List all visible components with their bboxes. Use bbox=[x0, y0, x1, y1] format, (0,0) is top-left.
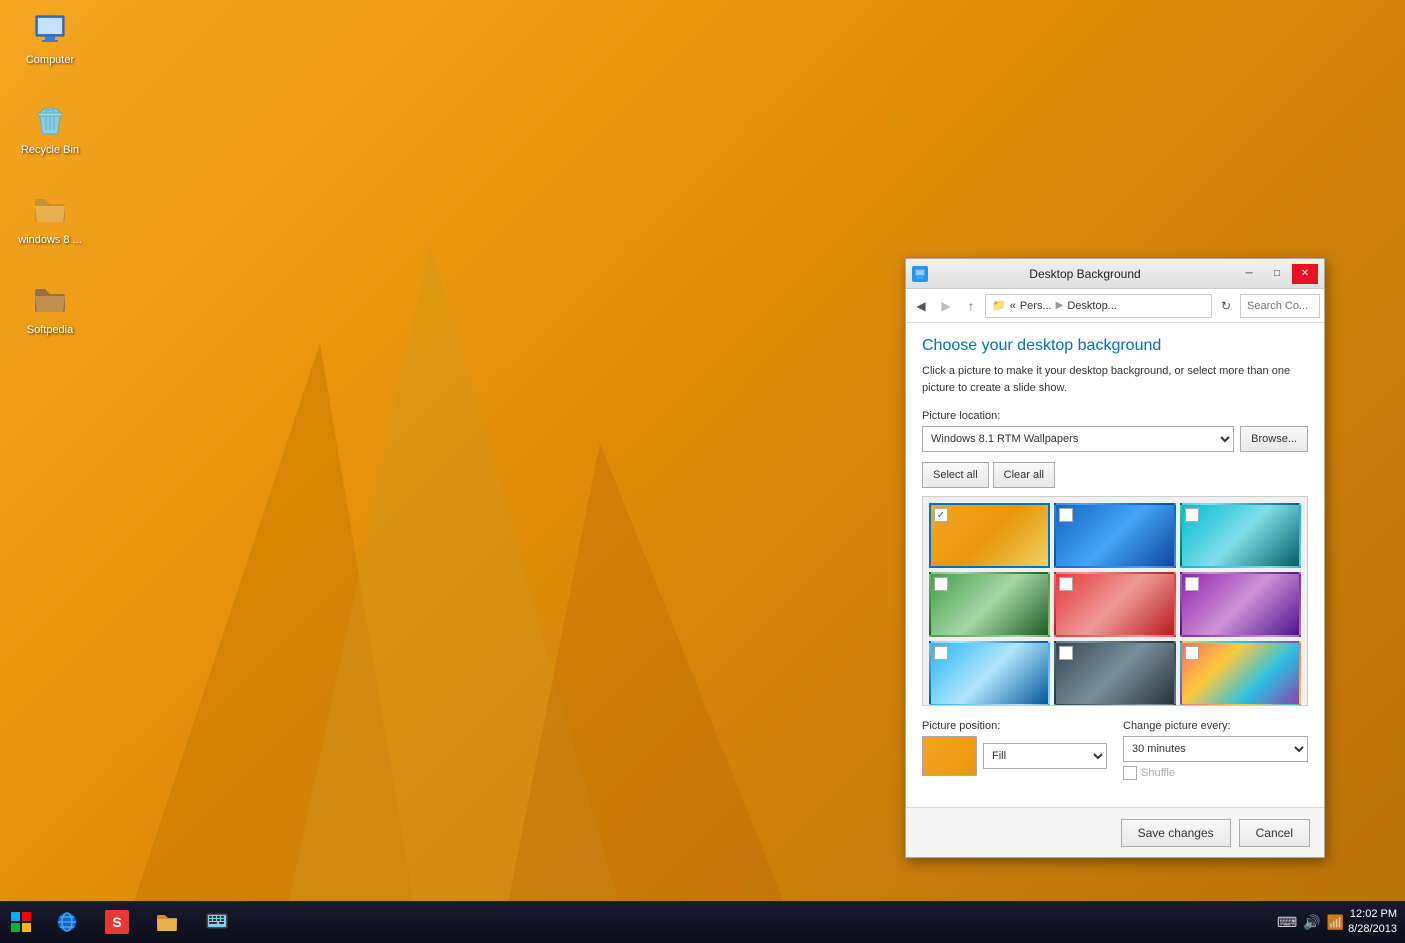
wallpaper-grid: ✓ bbox=[923, 497, 1307, 706]
wallpaper-thumb-9[interactable] bbox=[1180, 641, 1301, 706]
wallpaper-thumb-1[interactable]: ✓ bbox=[929, 503, 1050, 568]
address-path[interactable]: 📁 « Pers... ▶ Desktop... bbox=[985, 294, 1212, 318]
back-button[interactable]: ◀ bbox=[910, 295, 932, 317]
section-title: Choose your desktop background bbox=[922, 337, 1308, 355]
desktop-icon-softpedia[interactable]: Softpedia bbox=[10, 280, 90, 336]
picture-position-label: Picture position: bbox=[922, 720, 1107, 732]
system-tray: ⌨ 🔊 📶 bbox=[1277, 914, 1344, 931]
wallpaper-thumb-8[interactable] bbox=[1054, 641, 1175, 706]
close-button[interactable]: ✕ bbox=[1292, 264, 1318, 284]
bg-shape-3 bbox=[500, 443, 800, 943]
keyboard-tray-icon[interactable]: ⌨ bbox=[1277, 914, 1297, 931]
taskbar-clock[interactable]: 12:02 PM 8/28/2013 bbox=[1348, 907, 1397, 938]
up-button[interactable]: ↑ bbox=[960, 295, 982, 317]
wallpaper-checkbox-4[interactable] bbox=[934, 577, 948, 591]
clock-date: 8/28/2013 bbox=[1348, 922, 1397, 937]
taskbar-item-settings[interactable] bbox=[192, 901, 242, 943]
wallpaper-checkbox-9[interactable] bbox=[1185, 646, 1199, 660]
wallpaper-thumb-4[interactable] bbox=[929, 572, 1050, 637]
speaker-tray-icon[interactable]: 🔊 bbox=[1303, 914, 1320, 931]
computer-icon bbox=[30, 10, 70, 50]
window-content: Choose your desktop background Click a p… bbox=[906, 323, 1324, 807]
actions-row: Select all Clear all bbox=[922, 462, 1308, 488]
forward-button[interactable]: ▶ bbox=[935, 295, 957, 317]
location-row: Windows 8.1 RTM Wallpapers Browse... bbox=[922, 426, 1308, 452]
maximize-button[interactable]: □ bbox=[1264, 264, 1290, 284]
address-icon: 📁 bbox=[992, 299, 1006, 312]
select-all-button[interactable]: Select all bbox=[922, 462, 989, 488]
window-icon bbox=[912, 266, 928, 282]
position-select[interactable]: Fill bbox=[983, 743, 1107, 769]
clock-time: 12:02 PM bbox=[1348, 907, 1397, 922]
computer-icon-label: Computer bbox=[26, 54, 74, 66]
address-path-pers: Pers... bbox=[1020, 300, 1052, 312]
change-picture-label: Change picture every: bbox=[1123, 720, 1308, 732]
window-addressbar: ◀ ▶ ↑ 📁 « Pers... ▶ Desktop... ↻ bbox=[906, 289, 1324, 323]
window-titlebar: Desktop Background ─ □ ✕ bbox=[906, 259, 1324, 289]
wallpaper-checkbox-3[interactable] bbox=[1185, 508, 1199, 522]
wallpaper-checkbox-1[interactable]: ✓ bbox=[934, 508, 948, 522]
wallpaper-checkbox-7[interactable] bbox=[934, 646, 948, 660]
refresh-button[interactable]: ↻ bbox=[1215, 295, 1237, 317]
section-desc: Click a picture to make it your desktop … bbox=[922, 363, 1308, 396]
shuffle-row: Shuffle bbox=[1123, 766, 1308, 780]
wallpaper-thumb-2[interactable] bbox=[1054, 503, 1175, 568]
position-preview-row: Fill bbox=[922, 736, 1107, 776]
desktop-background-window: Desktop Background ─ □ ✕ ◀ ▶ ↑ 📁 « Pers.… bbox=[905, 258, 1325, 858]
browse-button[interactable]: Browse... bbox=[1240, 426, 1308, 452]
taskbar-item-explorer[interactable] bbox=[142, 901, 192, 943]
recycle-bin-icon bbox=[30, 100, 70, 140]
position-section: Picture position: Fill bbox=[922, 720, 1107, 780]
folder1-icon bbox=[30, 190, 70, 230]
network-tray-icon[interactable]: 📶 bbox=[1327, 914, 1344, 931]
wallpaper-thumb-5[interactable] bbox=[1054, 572, 1175, 637]
desktop-icon-computer[interactable]: Computer bbox=[10, 10, 90, 66]
wallpaper-thumb-6[interactable] bbox=[1180, 572, 1301, 637]
desktop-icon-folder1[interactable]: windows 8 ... bbox=[10, 190, 90, 246]
search-input[interactable] bbox=[1240, 294, 1320, 318]
folder1-icon-label: windows 8 ... bbox=[18, 234, 82, 246]
address-breadcrumb-part1: « bbox=[1010, 300, 1016, 312]
recycle-icon-label: Recycle Bin bbox=[21, 144, 79, 156]
shuffle-checkbox[interactable] bbox=[1123, 766, 1137, 780]
wallpaper-grid-container: ✓ bbox=[922, 496, 1308, 706]
clear-all-button[interactable]: Clear all bbox=[993, 462, 1055, 488]
softpedia-icon bbox=[30, 280, 70, 320]
softpedia-icon-label: Softpedia bbox=[27, 324, 73, 336]
minimize-button[interactable]: ─ bbox=[1236, 264, 1262, 284]
taskbar-item-ie[interactable] bbox=[42, 901, 92, 943]
window-footer: Save changes Cancel bbox=[906, 807, 1324, 857]
wallpaper-checkbox-6[interactable] bbox=[1185, 577, 1199, 591]
wallpaper-thumb-7[interactable] bbox=[929, 641, 1050, 706]
taskbar-items: S bbox=[42, 901, 1269, 943]
wallpaper-checkbox-8[interactable] bbox=[1059, 646, 1073, 660]
wallpaper-checkbox-5[interactable] bbox=[1059, 577, 1073, 591]
wallpaper-checkbox-2[interactable] bbox=[1059, 508, 1073, 522]
start-button[interactable] bbox=[0, 901, 42, 943]
address-path-desktop: Desktop... bbox=[1067, 300, 1117, 312]
taskbar-right: ⌨ 🔊 📶 12:02 PM 8/28/2013 bbox=[1269, 901, 1405, 943]
cancel-button[interactable]: Cancel bbox=[1239, 819, 1310, 847]
taskbar-item-s[interactable]: S bbox=[92, 901, 142, 943]
change-picture-section: Change picture every: 30 minutes Shuffle bbox=[1123, 720, 1308, 780]
save-changes-button[interactable]: Save changes bbox=[1121, 819, 1231, 847]
desktop: Computer Recycle Bin windows 8 ... bbox=[0, 0, 1405, 943]
desktop-icon-recycle[interactable]: Recycle Bin bbox=[10, 100, 90, 156]
window-title: Desktop Background bbox=[934, 267, 1236, 281]
breadcrumb-sep: ▶ bbox=[1056, 300, 1064, 311]
window-controls: ─ □ ✕ bbox=[1236, 264, 1318, 284]
location-select[interactable]: Windows 8.1 RTM Wallpapers bbox=[922, 426, 1234, 452]
shuffle-label: Shuffle bbox=[1141, 767, 1175, 779]
picture-location-label: Picture location: bbox=[922, 410, 1308, 422]
bottom-section: Picture position: Fill Change picture ev… bbox=[922, 720, 1308, 780]
taskbar: S bbox=[0, 901, 1405, 943]
position-preview bbox=[922, 736, 977, 776]
change-picture-select[interactable]: 30 minutes bbox=[1123, 736, 1308, 762]
wallpaper-thumb-3[interactable] bbox=[1180, 503, 1301, 568]
